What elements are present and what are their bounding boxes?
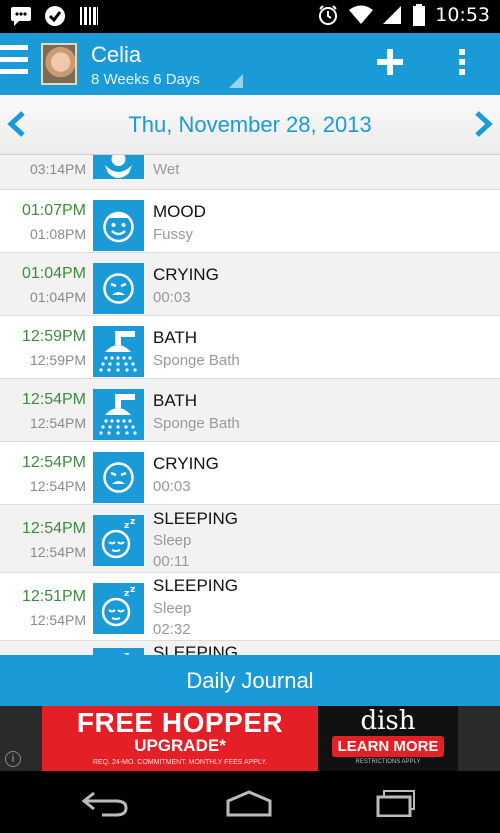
svg-text:z: z xyxy=(130,517,135,527)
current-date[interactable]: Thu, November 28, 2013 xyxy=(0,112,500,138)
sleeping-icon: z xyxy=(93,648,144,655)
event-start-time: 01:07PM xyxy=(21,202,86,219)
ad-banner[interactable]: i FREE HOPPER UPGRADE* REQ. 24-MO. COMMI… xyxy=(0,706,500,771)
svg-text:z: z xyxy=(124,521,129,531)
add-icon[interactable] xyxy=(374,47,406,79)
event-title: SLEEPING xyxy=(153,576,239,595)
dropdown-indicator-icon[interactable] xyxy=(229,74,243,88)
ad-fine-print: REQ. 24-MO. COMMITMENT. MONTHLY FEES APP… xyxy=(92,759,268,766)
event-start-time: 01:04PM xyxy=(21,265,86,282)
overflow-menu-icon[interactable] xyxy=(457,49,467,79)
event-row[interactable]: 01:04PM 01:04PM CRYING 00:03 xyxy=(0,253,500,316)
battery-icon xyxy=(413,4,426,26)
check-icon xyxy=(44,5,66,27)
status-bar: 10:53 xyxy=(0,0,500,33)
daily-journal-label: Daily Journal xyxy=(186,668,314,693)
ad-headline: FREE HOPPER xyxy=(76,707,284,738)
date-navigator: Thu, November 28, 2013 xyxy=(0,95,500,155)
chevron-right-icon[interactable] xyxy=(471,111,495,137)
event-end-time: 12:54PM xyxy=(29,415,86,431)
event-start-time: 12:59PM xyxy=(21,328,86,345)
event-start-time: 12:54PM xyxy=(21,520,86,537)
event-row[interactable]: 12:54PM 12:54PM CRYING 00:03 xyxy=(0,442,500,505)
event-title: MOOD xyxy=(153,202,206,221)
event-end-time: 12:54PM xyxy=(29,544,86,560)
ad-info-icon[interactable]: i xyxy=(5,751,21,767)
action-bar: Celia 8 Weeks 6 Days xyxy=(0,33,500,95)
event-duration: 00:11 xyxy=(153,553,190,570)
mood-icon xyxy=(93,200,144,251)
event-end-time: 03:14PM xyxy=(29,161,86,177)
barcode-icon xyxy=(78,5,100,27)
event-end-time: 01:04PM xyxy=(29,289,86,305)
event-duration: 02:32 xyxy=(153,621,191,638)
event-title: SLEEPING xyxy=(153,643,239,655)
signal-icon xyxy=(381,4,403,26)
event-start-time: 12:51PM xyxy=(21,588,86,605)
ad-brand-logo: dish xyxy=(360,706,416,736)
ad-learn-more-button[interactable]: LEARN MORE xyxy=(331,736,445,757)
alarm-icon xyxy=(317,4,339,26)
daily-journal-button[interactable]: Daily Journal xyxy=(0,655,500,706)
event-title: BATH xyxy=(153,328,198,347)
shower-icon xyxy=(93,326,144,377)
sleeping-icon: zz xyxy=(93,583,144,634)
ad-restrictions: RESTRICTIONS APPLY xyxy=(355,759,421,765)
shower-icon xyxy=(93,389,144,440)
event-detail: 00:03 xyxy=(153,478,191,495)
event-end-time: 12:54PM xyxy=(29,478,86,494)
ad-promo[interactable]: FREE HOPPER UPGRADE* REQ. 24-MO. COMMITM… xyxy=(42,706,318,771)
event-row[interactable]: 12:51PM 12:54PM zz SLEEPING Sleep 02:32 xyxy=(0,573,500,641)
event-title: CRYING xyxy=(153,454,219,473)
wifi-icon xyxy=(349,4,374,26)
event-end-time: 01:08PM xyxy=(29,226,86,242)
event-row[interactable]: 12:54PM 12:54PM BATH Sponge Bath xyxy=(0,379,500,442)
event-detail: Fussy xyxy=(153,226,194,243)
event-end-time: 12:59PM xyxy=(29,352,86,368)
event-detail: Sleep xyxy=(153,532,192,549)
event-list[interactable]: 03:14PM Wet 01:07PM 01:08PM MOOD Fussy 0… xyxy=(0,155,500,655)
event-row[interactable]: 03:14PM Wet xyxy=(0,155,500,190)
profile-name[interactable]: Celia xyxy=(91,42,141,68)
chat-icon xyxy=(10,5,32,27)
event-title: BATH xyxy=(153,391,198,410)
svg-text:z: z xyxy=(124,589,129,599)
event-row[interactable]: 12:59PM 12:59PM BATH Sponge Bath xyxy=(0,316,500,379)
event-start-time: 12:54PM xyxy=(21,391,86,408)
crying-icon xyxy=(93,263,144,314)
clock: 10:53 xyxy=(435,4,490,26)
back-icon[interactable] xyxy=(80,789,130,817)
event-start-time: 12:54PM xyxy=(21,454,86,471)
event-row[interactable]: 01:07PM 01:08PM MOOD Fussy xyxy=(0,190,500,253)
event-row[interactable]: 12:54PM 12:54PM zz SLEEPING Sleep 00:11 xyxy=(0,505,500,573)
home-icon[interactable] xyxy=(224,789,274,817)
svg-text:z: z xyxy=(130,585,135,595)
event-detail: 00:03 xyxy=(153,289,191,306)
avatar[interactable] xyxy=(41,43,77,85)
event-detail: Wet xyxy=(153,161,180,178)
event-detail: Sponge Bath xyxy=(153,352,240,369)
menu-icon[interactable] xyxy=(0,45,30,83)
crying-icon xyxy=(93,452,144,503)
diaper-icon xyxy=(93,155,144,179)
event-title: SLEEPING xyxy=(153,509,239,528)
profile-age[interactable]: 8 Weeks 6 Days xyxy=(91,71,200,88)
ad-subhead: UPGRADE* xyxy=(134,736,226,755)
system-nav-bar xyxy=(0,771,500,833)
event-detail: Sponge Bath xyxy=(153,415,240,432)
event-detail: Sleep xyxy=(153,600,192,617)
event-row[interactable]: z SLEEPING xyxy=(0,641,500,655)
event-end-time: 12:54PM xyxy=(29,612,86,628)
recent-apps-icon[interactable] xyxy=(372,789,422,818)
event-title: CRYING xyxy=(153,265,219,284)
ad-brand-panel[interactable]: dish LEARN MORE RESTRICTIONS APPLY xyxy=(318,706,458,771)
sleeping-icon: zz xyxy=(93,515,144,566)
